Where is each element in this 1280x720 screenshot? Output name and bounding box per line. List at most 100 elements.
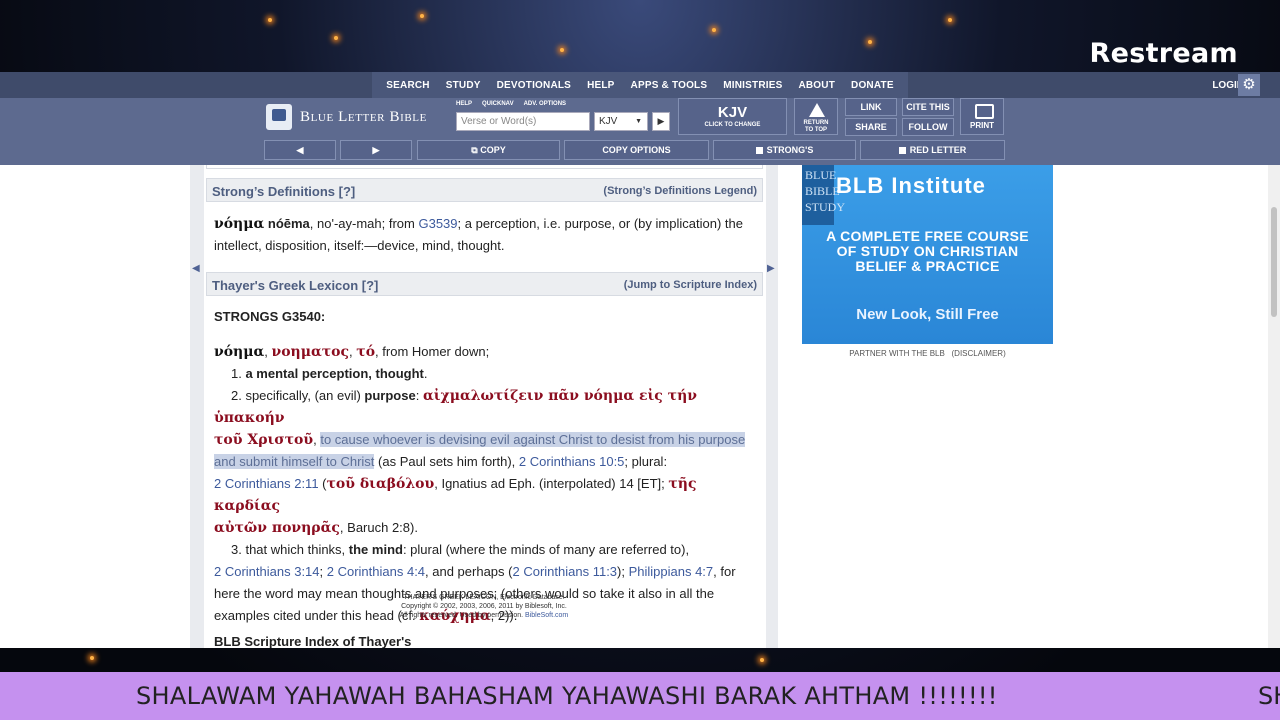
scripture-link[interactable]: 2 Corinthians 11:3 xyxy=(512,564,617,579)
sense-3: the mind xyxy=(348,542,403,557)
quicknav-link[interactable]: QUICKNAV xyxy=(482,101,514,107)
blb-logo[interactable]: Blue Letter Bible xyxy=(266,104,427,130)
nav-help[interactable]: HELP xyxy=(579,80,622,91)
chevron-down-icon: ▼ xyxy=(635,118,642,125)
copyright-line: All rights reserved. Used by permission.… xyxy=(214,611,754,620)
link-button[interactable]: LINK xyxy=(845,98,897,116)
version-value: KJV xyxy=(599,116,618,127)
strongs-definitions-title[interactable]: Strong’s Definitions [?] xyxy=(212,184,355,199)
version-hint: CLICK TO CHANGE xyxy=(704,122,761,128)
partner-line: PARTNER WITH THE BLB (DISCLAIMER) xyxy=(802,349,1053,358)
strongs-legend-link[interactable]: (Strong’s Definitions Legend) xyxy=(603,185,757,197)
blb-institute-ad[interactable]: BLUE BIBLE STUDY BLB Institute A COMPLET… xyxy=(802,165,1053,344)
version-change-button[interactable]: KJV CLICK TO CHANGE xyxy=(678,98,787,135)
spark xyxy=(712,28,716,32)
book-icon xyxy=(266,104,292,130)
copy-label: COPY xyxy=(480,145,506,155)
genitive-form[interactable]: νοηματος xyxy=(272,344,350,360)
cite-button[interactable]: CITE THIS xyxy=(902,98,954,116)
chevron-right-icon[interactable]: ▶ xyxy=(767,263,775,274)
page-scrollbar[interactable] xyxy=(1268,165,1280,648)
entry-text: 3. that which thinks, xyxy=(231,542,349,557)
entry-text: , and perhaps ( xyxy=(425,564,513,579)
scripture-link[interactable]: 2 Corinthians 3:14 xyxy=(214,564,320,579)
disclaimer-link[interactable]: (DISCLAIMER) xyxy=(952,349,1006,358)
nav-apps-tools[interactable]: APPS & TOOLS xyxy=(623,80,716,91)
spark xyxy=(760,658,764,662)
definition-text: intellect, disposition, itself:—device, … xyxy=(214,238,505,253)
search-go-button[interactable]: ▶ xyxy=(652,112,670,131)
greek-phrase[interactable]: τοῦ διαβόλου xyxy=(327,476,435,492)
strongs-toggle[interactable]: STRONG'S xyxy=(713,140,856,160)
ad-logo-edge: BLUE BIBLE STUDY xyxy=(802,165,845,225)
strongs-definitions-header: Strong’s Definitions [?] (Strong’s Defin… xyxy=(206,178,763,202)
spark xyxy=(90,656,94,660)
right-gutter[interactable]: ▶ xyxy=(766,165,778,648)
share-button[interactable]: SHARE xyxy=(845,118,897,136)
nav-donate[interactable]: DONATE xyxy=(843,80,902,91)
entry-number: 1. xyxy=(231,366,246,381)
nav-search[interactable]: SEARCH xyxy=(378,80,437,91)
checkbox-icon xyxy=(898,147,906,154)
scrollbar-thumb[interactable] xyxy=(1271,207,1277,317)
ad-footer: New Look, Still Free xyxy=(856,306,999,323)
entry-text: , Baruch 2:8). xyxy=(339,520,418,535)
main-menu: SEARCH STUDY DEVOTIONALS HELP APPS & TOO… xyxy=(372,72,908,98)
page-content: ◀ ▶ Strong’s Definitions [?] (Strong’s D… xyxy=(0,165,1280,648)
definition-text: ; a perception, i.e. purpose, or (by imp… xyxy=(457,216,743,231)
copyright-notice: THAYER'S GREEK LEXICON, Electronic Datab… xyxy=(214,593,754,620)
highlighted-text: to cause whoever is devising evil agains… xyxy=(320,432,746,447)
thayer-header: Thayer's Greek Lexicon [?] (Jump to Scri… xyxy=(206,272,763,296)
version-label: KJV xyxy=(717,104,748,121)
spark xyxy=(868,40,872,44)
version-select[interactable]: KJV ▼ xyxy=(594,112,648,131)
scripture-link[interactable]: 2 Corinthians 10:5 xyxy=(519,454,625,469)
lexicon-column: Strong’s Definitions [?] (Strong’s Defin… xyxy=(204,165,766,648)
biblesoft-link[interactable]: BibleSoft.com xyxy=(525,612,568,619)
spark xyxy=(334,36,338,40)
verse-search-input[interactable]: Verse or Word(s) xyxy=(456,112,590,131)
red-letter-toggle[interactable]: RED LETTER xyxy=(860,140,1005,160)
print-button[interactable]: PRINT xyxy=(960,98,1004,135)
nav-ministries[interactable]: MINISTRIES xyxy=(715,80,790,91)
entry-text: 2. specifically, (an evil) xyxy=(231,388,365,403)
follow-button[interactable]: FOLLOW xyxy=(902,118,954,136)
entry-text: : plural (where the minds of many are re… xyxy=(402,542,690,557)
strongs-ref-link[interactable]: G3539 xyxy=(418,216,457,231)
transliteration: nóēma xyxy=(267,216,310,231)
adv-options-link[interactable]: ADV. OPTIONS xyxy=(524,101,566,107)
greek-word: νόημα xyxy=(214,216,265,232)
strongs-number: STRONGS G3540: xyxy=(214,309,326,324)
jump-to-index-link[interactable]: (Jump to Scripture Index) xyxy=(624,279,757,291)
return-to-top-button[interactable]: RETURN TO TOP xyxy=(794,98,838,135)
scripture-index-heading: BLB Scripture Index of Thayer's xyxy=(214,634,412,648)
next-button[interactable]: ▶ xyxy=(340,140,412,160)
gear-icon[interactable]: ⚙ xyxy=(1238,74,1260,96)
scripture-link[interactable]: Philippians 4:7 xyxy=(629,564,714,579)
ad-heading: BLB Institute xyxy=(836,173,986,198)
entry-text: , Ignatius ad Eph. (interpolated) 14 [ET… xyxy=(434,476,669,491)
thayer-title[interactable]: Thayer's Greek Lexicon [?] xyxy=(212,278,378,293)
nav-study[interactable]: STUDY xyxy=(438,80,489,91)
scripture-link[interactable]: 2 Corinthians 4:4 xyxy=(327,564,425,579)
prev-button[interactable]: ◀ xyxy=(264,140,336,160)
scripture-link[interactable]: 2 Corinthians 2:11 xyxy=(214,476,319,491)
chevron-left-icon[interactable]: ◀ xyxy=(192,263,200,274)
nav-about[interactable]: ABOUT xyxy=(790,80,843,91)
return-label-1: RETURN xyxy=(803,120,829,126)
partner-link[interactable]: PARTNER WITH THE BLB xyxy=(849,349,945,358)
highlighted-text: and submit himself to Christ xyxy=(214,454,375,469)
stream-ticker: SHALAWAM YAHAWAH BAHASHAM YAHAWASHI BARA… xyxy=(0,672,1280,720)
greek-phrase[interactable]: αὐτῶν πονηρᾶς xyxy=(214,520,340,536)
definition-text: , no'-ay-mah; from xyxy=(309,216,419,231)
previous-panel-edge xyxy=(206,165,763,169)
left-gutter[interactable]: ◀ xyxy=(190,165,204,648)
top-navigation: SEARCH STUDY DEVOTIONALS HELP APPS & TOO… xyxy=(0,72,1280,98)
greek-quote-cont[interactable]: τοῦ Χριστοῦ xyxy=(214,432,313,448)
nav-devotionals[interactable]: DEVOTIONALS xyxy=(489,80,579,91)
help-link[interactable]: HELP xyxy=(456,101,472,107)
search-sublinks: HELP QUICKNAV ADV. OPTIONS xyxy=(456,101,566,107)
article[interactable]: τό xyxy=(356,344,375,360)
copy-options-button[interactable]: COPY OPTIONS xyxy=(564,140,709,160)
copy-button[interactable]: ⧉ COPY xyxy=(417,140,560,160)
